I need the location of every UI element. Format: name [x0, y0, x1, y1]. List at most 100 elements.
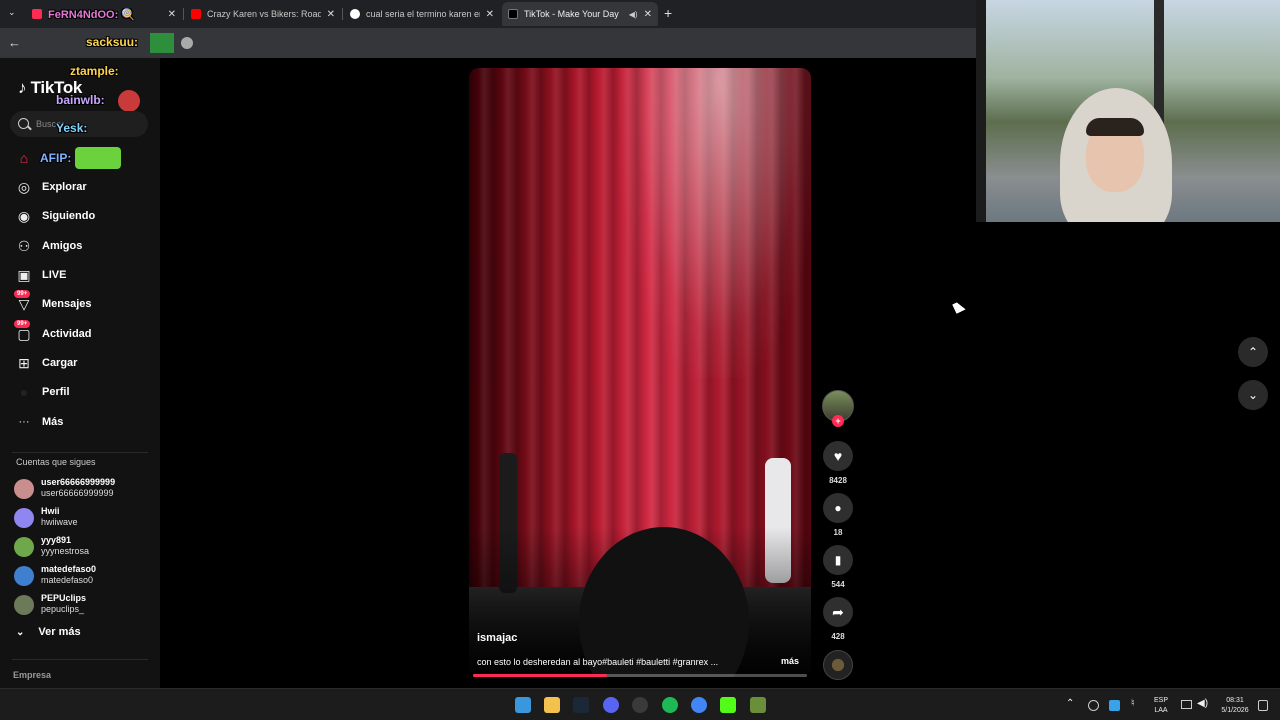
- clock[interactable]: 08:31 5/1/2026: [1214, 696, 1256, 716]
- kick-icon[interactable]: [720, 697, 736, 713]
- tab-crazy-karen[interactable]: Crazy Karen vs Bikers: Road Rag ✕: [185, 2, 341, 26]
- volume-icon[interactable]: ◀): [1197, 699, 1208, 709]
- search-input[interactable]: [36, 116, 144, 132]
- steam-icon[interactable]: [573, 697, 589, 713]
- account-username: yyynestrosa: [41, 546, 90, 556]
- tray-sync-icon[interactable]: [1088, 700, 1099, 711]
- sidebar-item-perfil[interactable]: ● Perfil: [12, 379, 152, 405]
- tab-favicon-icon: [32, 9, 42, 19]
- youtube-favicon-icon: [191, 9, 201, 19]
- close-tab-icon[interactable]: ✕: [644, 9, 652, 20]
- save-button[interactable]: ▮: [823, 545, 853, 575]
- sidebar-item-explorar[interactable]: ◎ Explorar: [12, 174, 152, 200]
- network-icon[interactable]: [1181, 700, 1192, 709]
- streamer-hair: [1086, 118, 1144, 136]
- obs-icon[interactable]: [632, 697, 648, 713]
- tab-audio-icon[interactable]: ◀): [629, 10, 638, 19]
- following-account[interactable]: Hwii hwiiwave: [14, 504, 154, 532]
- new-tab-button[interactable]: +: [664, 5, 672, 21]
- discord-icon[interactable]: [603, 697, 619, 713]
- sidebar-item-mensajes[interactable]: ▽ 99+ Mensajes: [12, 290, 152, 317]
- close-tab-icon[interactable]: ✕: [327, 9, 335, 20]
- share-button[interactable]: ➦: [823, 597, 853, 627]
- microphone-icon[interactable]: ♮: [1131, 699, 1135, 709]
- divider: [12, 452, 148, 453]
- sidebar-item-label: Amigos: [42, 240, 83, 252]
- sidebar-item-cargar[interactable]: ⊞ Cargar: [12, 350, 152, 376]
- follow-button[interactable]: +: [832, 415, 844, 427]
- sidebar-item-siguiendo[interactable]: ◉ Siguiendo: [12, 203, 152, 229]
- minecraft-icon[interactable]: [750, 697, 766, 713]
- tab-separator: [183, 8, 184, 20]
- following-account[interactable]: yyy891 yyynestrosa: [14, 533, 154, 561]
- activity-icon: ▢ 99+: [12, 320, 36, 344]
- window-frame: [976, 0, 986, 222]
- chrome-icon[interactable]: [691, 697, 707, 713]
- chevron-down-icon: ⌄: [16, 626, 25, 638]
- sidebar-item-amigos[interactable]: ⚇ Amigos: [12, 233, 152, 259]
- avatar: [14, 479, 34, 499]
- browser-tab-strip: ⌄ FeRN4NdOO: 🍭 ✕ Crazy Karen vs Bikers: …: [0, 0, 976, 28]
- stage-light: [619, 68, 811, 378]
- avatar: [14, 566, 34, 586]
- messages-icon: ▽ 99+: [12, 290, 36, 314]
- webcam-overlay: [976, 0, 1280, 222]
- back-arrow-icon[interactable]: ←: [8, 35, 21, 50]
- save-count: 544: [831, 580, 845, 589]
- see-more-button[interactable]: ⌄ Ver más: [16, 626, 81, 638]
- like-button[interactable]: ♥: [823, 441, 853, 471]
- tab-google-search[interactable]: cual seria el termino karen en e ✕: [344, 2, 500, 26]
- notification-badge: 99+: [14, 320, 31, 328]
- like-count: 8428: [829, 476, 847, 485]
- overlay-chat-name: AFIP:: [40, 151, 72, 165]
- tray-overflow-chevron-icon[interactable]: ⌃: [1066, 699, 1074, 709]
- next-video-button[interactable]: ⌄: [1238, 380, 1268, 410]
- comment-button[interactable]: ●: [823, 493, 853, 523]
- tab-title: cual seria el termino karen en e: [366, 9, 480, 19]
- account-username: pepuclips_: [41, 604, 85, 614]
- caption-more-button[interactable]: más: [781, 656, 799, 666]
- video-author[interactable]: ismajac: [477, 632, 517, 644]
- tab-tiktok[interactable]: TikTok - Make Your Day ◀) ✕: [502, 2, 658, 26]
- messages-glyph: ▽: [18, 295, 30, 312]
- account-name: PEPUclips: [41, 593, 87, 603]
- previous-video-button[interactable]: ⌃: [1238, 337, 1268, 367]
- tab-search-chevron-icon[interactable]: ⌄: [8, 7, 16, 18]
- following-account[interactable]: user66666999999 user66666999999: [14, 475, 154, 503]
- home-icon: ⌂: [19, 150, 29, 166]
- sidebar-item-mas[interactable]: ··· Más: [12, 409, 152, 435]
- close-tab-icon[interactable]: ✕: [168, 9, 176, 20]
- notification-badge: 99+: [14, 290, 31, 298]
- music-disc-icon[interactable]: [823, 650, 853, 680]
- tray-security-icon[interactable]: [1109, 700, 1120, 711]
- language-indicator[interactable]: ESP LAA: [1150, 696, 1172, 716]
- chevron-down-icon: ⌄: [1247, 388, 1259, 402]
- spotify-icon[interactable]: [662, 697, 678, 713]
- comment-count: 18: [833, 528, 843, 537]
- close-tab-icon[interactable]: ✕: [486, 9, 494, 20]
- video-player[interactable]: [469, 68, 811, 677]
- notifications-icon[interactable]: [1258, 700, 1268, 711]
- windows-taskbar: ⌃ ♮ ESP LAA ◀) 08:31 5/1/2026: [0, 688, 1280, 720]
- account-name: matedefaso0: [41, 564, 97, 574]
- following-account[interactable]: PEPUclips pepuclips_: [14, 591, 154, 619]
- overlay-chat-name: ztample:: [70, 64, 119, 78]
- account-name: Hwii: [41, 506, 60, 516]
- video-progress-bar[interactable]: [473, 674, 807, 677]
- bookmark-icon: ▮: [834, 553, 842, 567]
- tab-fernando[interactable]: FeRN4NdOO: 🍭 ✕: [26, 2, 182, 26]
- sidebar-item-para-ti[interactable]: ⌂ AFIP:: [12, 145, 152, 171]
- footer-link-empresa[interactable]: Empresa: [13, 670, 51, 680]
- following-account[interactable]: matedefaso0 matedefaso0: [14, 562, 154, 590]
- video-progress-fill: [473, 674, 607, 677]
- tiktok-sidebar: ♪ TikTok ztample: bainwlb: Yesk: ⌂ AFIP:…: [0, 58, 160, 720]
- sidebar-item-actividad[interactable]: ▢ 99+ Actividad: [12, 320, 152, 347]
- sidebar-item-live[interactable]: ▣ LIVE: [12, 262, 152, 288]
- more-icon: ···: [18, 416, 30, 428]
- file-explorer-icon[interactable]: [544, 697, 560, 713]
- browser-toolbar: ← sacksuu:: [0, 28, 976, 58]
- sidebar-item-label: Mensajes: [42, 298, 92, 310]
- video-caption: con esto lo desheredan al bayo#bauleti #…: [477, 657, 719, 667]
- windows-start-icon[interactable]: [515, 697, 531, 713]
- profile-icon: ●: [19, 384, 29, 400]
